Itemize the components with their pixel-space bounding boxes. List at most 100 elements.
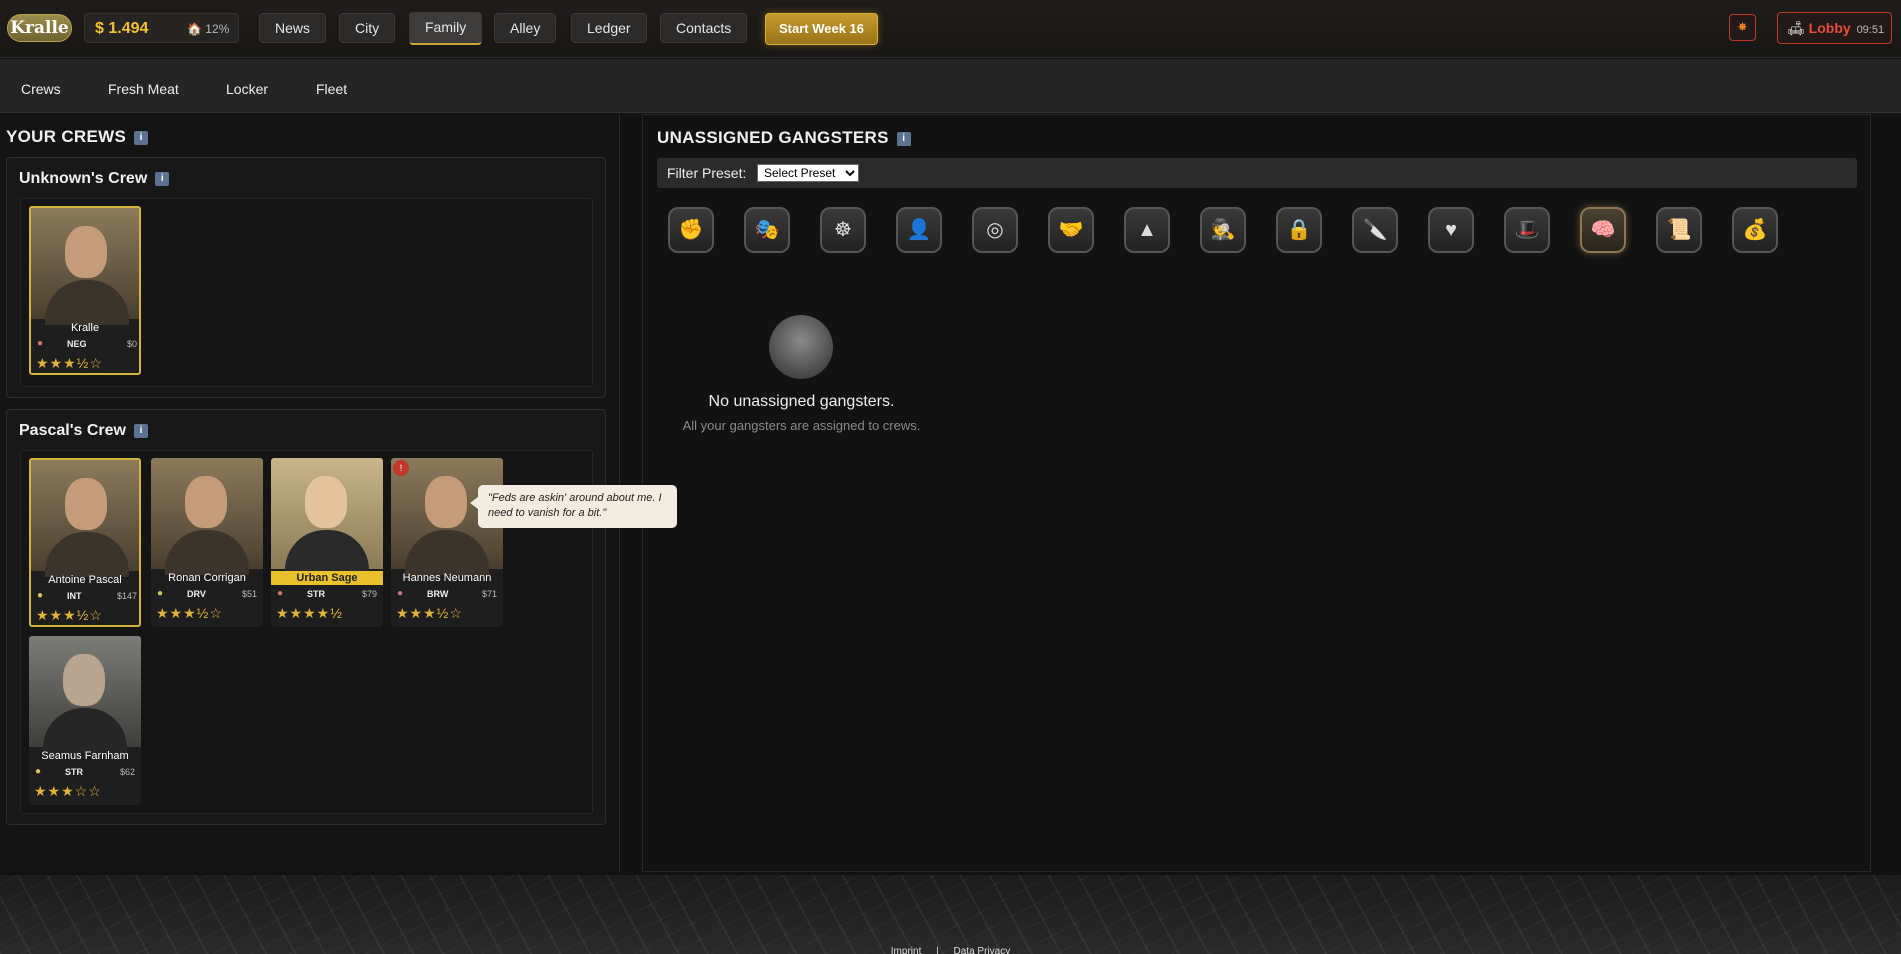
crews-title: YOUR CREWS i — [6, 127, 149, 147]
target-icon[interactable]: ◎ — [972, 207, 1018, 253]
speech-bubble: "Feds are askin' around about me. I need… — [470, 485, 677, 528]
document-icon[interactable]: 📜 — [1656, 207, 1702, 253]
subnav-crews[interactable]: Crews — [21, 81, 61, 97]
knife-icon[interactable]: 🔪 — [1352, 207, 1398, 253]
start-week-button[interactable]: Start Week 16 — [765, 13, 878, 45]
gangster-card-kralle[interactable]: Kralle ● NEG $0 ★★★½☆ — [29, 206, 141, 375]
unassigned-title-text: UNASSIGNED GANGSTERS — [657, 128, 889, 147]
money-icon[interactable]: 💰 — [1732, 207, 1778, 253]
crew-name: Unknown's Crew — [19, 170, 148, 187]
subnav-locker[interactable]: Locker — [226, 81, 268, 97]
hooded-figure-icon[interactable]: ▲ — [1124, 207, 1170, 253]
rating-stars: ★★★½☆ — [156, 605, 223, 621]
gangster-stats: ● STR $79 — [277, 588, 377, 602]
crew-slots: Kralle ● NEG $0 ★★★½☆ — [20, 198, 593, 387]
gangster-card-urban-sage[interactable]: Urban Sage ● STR $79 ★★★★½ — [271, 458, 383, 627]
filter-label: Filter Preset: — [667, 165, 747, 181]
wage-label: $51 — [241, 589, 257, 599]
player-logo[interactable]: Kralle — [7, 14, 72, 42]
gangster-stats: ● INT $147 — [37, 590, 137, 604]
gangster-name: Seamus Farnham — [41, 750, 129, 762]
spy-icon[interactable]: 🕵 — [1200, 207, 1246, 253]
gangster-card-ronan-corrigan[interactable]: Ronan Corrigan ● DRV $51 ★★★½☆ — [151, 458, 263, 627]
rating-stars: ★★★☆☆ — [34, 783, 102, 799]
mood-icon: ● — [35, 766, 42, 777]
portrait — [151, 458, 263, 575]
imprint-link[interactable]: Imprint — [891, 946, 922, 954]
fist-icon[interactable]: ✊ — [668, 207, 714, 253]
sofa-icon: 🛋 — [1787, 20, 1805, 36]
handshake-icon[interactable]: 🤝 — [1048, 207, 1094, 253]
wage-label: $62 — [119, 767, 135, 777]
unassigned-title: UNASSIGNED GANGSTERS i — [657, 128, 911, 148]
rating-stars: ★★★½☆ — [396, 605, 463, 621]
footer: Imprint | Data Privacy — [0, 946, 1901, 954]
crew-box-unknown: Unknown's Crew i Kralle ● NEG $0 ★★★½☆ — [6, 157, 606, 398]
mood-icon: ● — [277, 588, 284, 599]
info-icon[interactable]: i — [134, 130, 149, 145]
gangster-stats: ● BRW $71 — [397, 588, 497, 602]
heart-icon[interactable]: ♥ — [1428, 207, 1474, 253]
privacy-link[interactable]: Data Privacy — [954, 946, 1011, 954]
empty-state-subtitle: All your gangsters are assigned to crews… — [682, 418, 921, 433]
gangster-name: Antoine Pascal — [48, 574, 122, 586]
gangster-card-seamus-farnham[interactable]: Seamus Farnham ● STR $62 ★★★☆☆ — [29, 636, 141, 805]
gangster-name: Ronan Corrigan — [168, 572, 246, 584]
nav-news[interactable]: News — [259, 13, 327, 43]
gangster-stats: ● STR $62 — [35, 766, 135, 780]
portrait — [271, 458, 383, 575]
nav-family[interactable]: Family — [409, 12, 483, 45]
portrait — [31, 208, 139, 325]
subnav-fleet[interactable]: Fleet — [316, 81, 347, 97]
subnav-fresh-meat[interactable]: Fresh Meat — [108, 81, 179, 97]
warning-badge-icon[interactable]: ! — [393, 460, 409, 476]
gangster-name: Urban Sage — [271, 571, 383, 585]
lock-icon[interactable]: 🔒 — [1276, 207, 1322, 253]
lobby-button[interactable]: 🛋 Lobby 09:51 — [1777, 12, 1892, 44]
trait-label: DRV — [187, 589, 206, 599]
crew-title: Pascal's Crew i — [19, 422, 148, 440]
nav-alley[interactable]: Alley — [494, 13, 557, 43]
mask-icon[interactable]: 🎭 — [744, 207, 790, 253]
portrait — [31, 460, 139, 577]
crew-box-pascal: Pascal's Crew i Antoine Pascal ● INT $147… — [6, 409, 606, 825]
crews-title-text: YOUR CREWS — [6, 127, 127, 146]
gangster-stats: ● NEG $0 — [37, 338, 137, 352]
unassigned-panel: UNASSIGNED GANGSTERS i Filter Preset: Sel… — [642, 114, 1871, 872]
top-bar: Kralle $ 1.494 🏠 12% News City Family Al… — [0, 0, 1901, 58]
mood-icon: ● — [157, 588, 164, 599]
trait-label: INT — [67, 591, 82, 601]
sub-nav: Crews Fresh Meat Locker Fleet — [0, 59, 1901, 113]
heat-indicator: 🏠 12% — [187, 22, 230, 36]
crew-name: Pascal's Crew — [19, 422, 126, 439]
wage-label: $0 — [126, 339, 137, 349]
empty-state-avatar — [769, 315, 833, 379]
crew-title: Unknown's Crew i — [19, 170, 170, 188]
nav-ledger[interactable]: Ledger — [571, 13, 647, 43]
info-icon[interactable]: i — [896, 131, 911, 146]
info-icon[interactable]: i — [133, 423, 148, 438]
trait-label: BRW — [427, 589, 449, 599]
nav-contacts[interactable]: Contacts — [660, 13, 748, 43]
brute-icon[interactable]: 👤 — [896, 207, 942, 253]
mood-icon: ● — [37, 590, 44, 601]
rating-stars: ★★★½☆ — [36, 355, 103, 371]
city-map-background — [0, 875, 1901, 954]
money-value: $ 1.494 — [95, 20, 149, 37]
wage-label: $147 — [116, 591, 137, 601]
mood-icon: ● — [397, 588, 404, 599]
brain-icon[interactable]: 🧠 — [1580, 207, 1626, 253]
money-box: $ 1.494 🏠 12% — [84, 13, 239, 43]
filter-bar: Filter Preset: Select Preset — [657, 158, 1857, 188]
alert-icon[interactable]: ✸ — [1729, 14, 1756, 41]
filter-preset-select[interactable]: Select Preset — [757, 164, 859, 182]
gangster-card-antoine-pascal[interactable]: Antoine Pascal ● INT $147 ★★★½☆ — [29, 458, 141, 627]
info-icon[interactable]: i — [155, 171, 170, 186]
portrait — [29, 636, 141, 753]
gangster-card-hannes-neumann[interactable]: ! Hannes Neumann ● BRW $71 ★★★½☆ — [391, 458, 503, 627]
wage-label: $71 — [481, 589, 497, 599]
steering-wheel-icon[interactable]: ☸ — [820, 207, 866, 253]
hat-icon[interactable]: 🎩 — [1504, 207, 1550, 253]
nav-city[interactable]: City — [339, 13, 396, 43]
lobby-time: 09:51 — [1856, 24, 1885, 36]
